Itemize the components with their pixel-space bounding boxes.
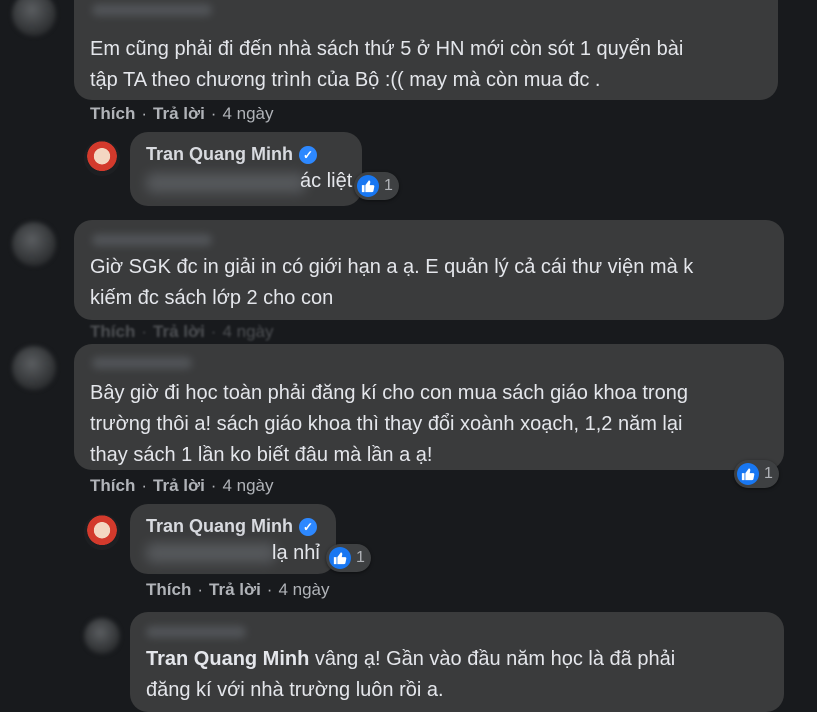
reply-text: lạ nhỉ xyxy=(272,542,320,564)
mention-link[interactable]: Tran Quang Minh xyxy=(146,648,309,670)
comment-text: Bây giờ đi học toàn phải đăng kí cho con… xyxy=(90,378,780,471)
comment-line: trường thôi a! sách giáo khoa thì thay đ… xyxy=(90,413,683,435)
author-name[interactable]: Tran Quang Minh xyxy=(146,516,293,537)
like-link[interactable]: Thích xyxy=(90,104,135,124)
author-name[interactable]: Tran Quang Minh xyxy=(146,144,293,165)
comment-line: Em cũng phải đi đến nhà sách thứ 5 ở HN … xyxy=(90,38,684,60)
like-link[interactable]: Thích xyxy=(90,476,135,496)
reply-actions: Thích · Trả lời · 4 ngày xyxy=(146,580,330,600)
reply-link[interactable]: Trả lời xyxy=(153,476,205,496)
reaction-number: 1 xyxy=(356,549,365,566)
reply-text: Tran Quang Minh vâng ạ! Gần vào đầu năm … xyxy=(146,644,776,706)
separator: · xyxy=(141,476,148,495)
avatar[interactable] xyxy=(84,618,120,654)
separator: · xyxy=(210,476,217,495)
separator: · xyxy=(210,104,217,123)
separator: · xyxy=(141,104,148,123)
reply-author[interactable]: Tran Quang Minh ✓ xyxy=(146,516,317,537)
comment-actions: Thích · Trả lời · 4 ngày xyxy=(90,104,274,124)
comment-line: Giờ SGK đc in giải in có giới hạn a ạ. E… xyxy=(90,256,694,278)
reply-link[interactable]: Trả lời xyxy=(153,104,205,124)
blurred-author-name xyxy=(146,626,246,638)
avatar[interactable] xyxy=(84,140,120,176)
like-thumb-icon xyxy=(737,463,759,485)
like-link[interactable]: Thích xyxy=(90,322,135,342)
avatar[interactable] xyxy=(12,0,56,36)
blurred-author-name xyxy=(92,357,192,369)
timestamp[interactable]: 4 ngày xyxy=(222,476,273,496)
reply-link[interactable]: Trả lời xyxy=(153,322,205,342)
comment-line: thay sách 1 lần ko biết đâu mà lần a ạ! xyxy=(90,444,433,466)
blurred-reply-text xyxy=(146,543,276,563)
comment-text-part: vâng ạ! Gần vào đầu năm học là đã phải xyxy=(309,648,676,670)
comment-line: kiếm đc sách lớp 2 cho con xyxy=(90,287,334,309)
avatar[interactable] xyxy=(12,346,56,390)
reaction-number: 1 xyxy=(764,465,773,482)
reply-text: ác liệt xyxy=(300,170,353,192)
blurred-author-name xyxy=(92,234,212,246)
separator: · xyxy=(197,580,204,599)
like-thumb-icon xyxy=(329,547,351,569)
avatar[interactable] xyxy=(12,222,56,266)
separator: · xyxy=(266,580,273,599)
comment-line: Tran Quang Minh vâng ạ! Gần vào đầu năm … xyxy=(146,644,776,675)
verified-badge-icon: ✓ xyxy=(299,145,317,164)
verified-badge-icon: ✓ xyxy=(299,517,317,536)
reaction-count[interactable]: 1 xyxy=(354,172,399,200)
reaction-number: 1 xyxy=(384,177,393,194)
blurred-author-name xyxy=(92,4,212,16)
comment-line: Bây giờ đi học toàn phải đăng kí cho con… xyxy=(90,382,688,404)
reply-author[interactable]: Tran Quang Minh ✓ xyxy=(146,144,317,165)
reaction-count[interactable]: 1 xyxy=(326,544,371,572)
comment-text: Giờ SGK đc in giải in có giới hạn a ạ. E… xyxy=(90,252,780,314)
comment-line: tập TA theo chương trình của Bộ :(( may … xyxy=(90,69,601,91)
avatar[interactable] xyxy=(84,514,120,550)
comment-text: Em cũng phải đi đến nhà sách thứ 5 ở HN … xyxy=(90,34,770,96)
timestamp[interactable]: 4 ngày xyxy=(278,580,329,600)
timestamp[interactable]: 4 ngày xyxy=(222,322,273,342)
like-thumb-icon xyxy=(357,175,379,197)
reaction-count[interactable]: 1 xyxy=(734,460,779,488)
reply-link[interactable]: Trả lời xyxy=(209,580,261,600)
comment-actions: Thích · Trả lời · 4 ngày xyxy=(90,322,274,342)
timestamp[interactable]: 4 ngày xyxy=(222,104,273,124)
blurred-reply-text xyxy=(146,173,306,193)
separator: · xyxy=(210,322,217,341)
comment-line: đăng kí với nhà trường luôn rồi a. xyxy=(146,679,444,701)
like-link[interactable]: Thích xyxy=(146,580,191,600)
separator: · xyxy=(141,322,148,341)
comment-actions: Thích · Trả lời · 4 ngày xyxy=(90,476,274,496)
